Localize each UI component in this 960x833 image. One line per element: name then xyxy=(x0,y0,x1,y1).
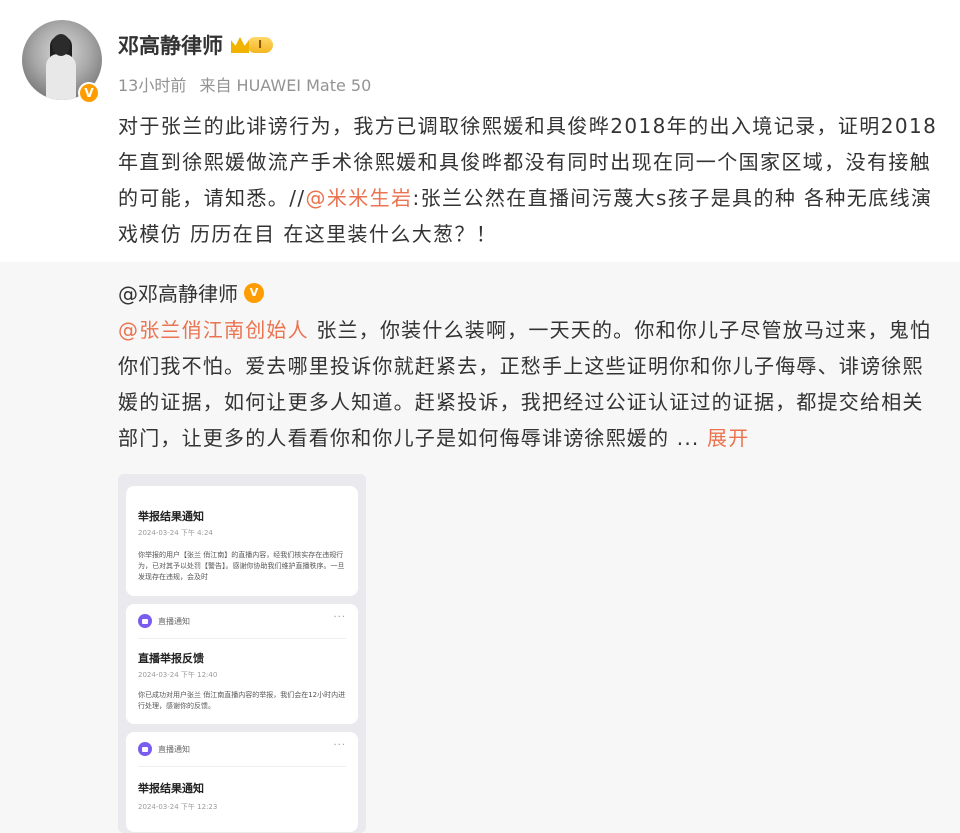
post-text: 对于张兰的此诽谤行为，我方已调取徐熙媛和具俊晔2018年的出入境记录，证明201… xyxy=(118,108,938,252)
notification-title: 举报结果通知 xyxy=(138,510,204,523)
post-source: 来自 HUAWEI Mate 50 xyxy=(199,76,372,95)
notification-header: 直播通知 xyxy=(138,614,190,628)
notification-card-3: 直播通知 ··· 举报结果通知 2024-03-24 下午 12:23 xyxy=(126,732,358,832)
notification-body: 你举报的用户【张兰 俏江南】的直播内容，经我们核实存在违规行为，已对其予以处罚【… xyxy=(138,551,345,581)
notification-time: 2024-03-24 下午 12:23 xyxy=(138,803,218,811)
notification-title: 直播举报反馈 xyxy=(138,652,204,665)
original-author-row: @邓高静律师 V xyxy=(118,278,264,307)
notification-header-label: 直播通知 xyxy=(158,616,190,626)
notification-card-1: 举报结果通知 2024-03-24 下午 4:24 你举报的用户【张兰 俏江南】… xyxy=(126,486,358,596)
mention-link[interactable]: @米米生岩 xyxy=(305,186,412,210)
verified-badge-icon: V xyxy=(244,282,264,303)
live-notice-icon xyxy=(138,742,152,756)
attached-screenshot-image[interactable]: 举报结果通知 2024-03-24 下午 4:24 你举报的用户【张兰 俏江南】… xyxy=(118,474,366,833)
expand-link[interactable]: 展开 xyxy=(707,426,749,450)
notification-header: 直播通知 xyxy=(138,742,190,756)
notification-header-label: 直播通知 xyxy=(158,744,190,754)
original-author-name[interactable]: @邓高静律师 xyxy=(118,278,238,307)
notification-body: 你已成功对用户张兰 俏江南直播内容的举报，我们会在12小时内进行处理，感谢你的反… xyxy=(138,691,346,710)
verified-badge-icon: V xyxy=(78,82,100,104)
notification-card-2: 直播通知 ··· 直播举报反馈 2024-03-24 下午 12:40 你已成功… xyxy=(126,604,358,724)
weibo-post: V 邓高静律师 I 13小时前 来自 HUAWEI Mate 50 对于张兰的此… xyxy=(0,0,960,262)
member-level-badge[interactable]: I xyxy=(231,35,273,55)
post-meta: 13小时前 来自 HUAWEI Mate 50 xyxy=(118,72,379,96)
divider xyxy=(138,766,346,767)
notification-time: 2024-03-24 下午 12:40 xyxy=(138,671,218,679)
avatar-figure-head xyxy=(52,34,70,56)
divider xyxy=(138,638,346,639)
more-options-icon: ··· xyxy=(333,612,346,623)
author-name[interactable]: 邓高静律师 xyxy=(118,30,223,60)
reposted-content: @邓高静律师 V @张兰俏江南创始人 张兰，你装什么装啊，一天天的。你和你儿子尽… xyxy=(0,262,960,833)
avatar-figure-body xyxy=(46,54,76,100)
level-number: I xyxy=(247,37,273,53)
notification-title: 举报结果通知 xyxy=(138,782,204,795)
notification-time: 2024-03-24 下午 4:24 xyxy=(138,529,213,537)
live-notice-icon xyxy=(138,614,152,628)
crown-icon xyxy=(231,37,249,53)
author-name-row: 邓高静律师 I xyxy=(118,30,273,60)
original-post-text: @张兰俏江南创始人 张兰，你装什么装啊，一天天的。你和你儿子尽管放马过来，鬼怕你… xyxy=(118,312,938,456)
post-time[interactable]: 13小时前 xyxy=(118,76,186,95)
more-options-icon: ··· xyxy=(333,740,346,751)
original-mention-link[interactable]: @张兰俏江南创始人 xyxy=(118,318,309,342)
